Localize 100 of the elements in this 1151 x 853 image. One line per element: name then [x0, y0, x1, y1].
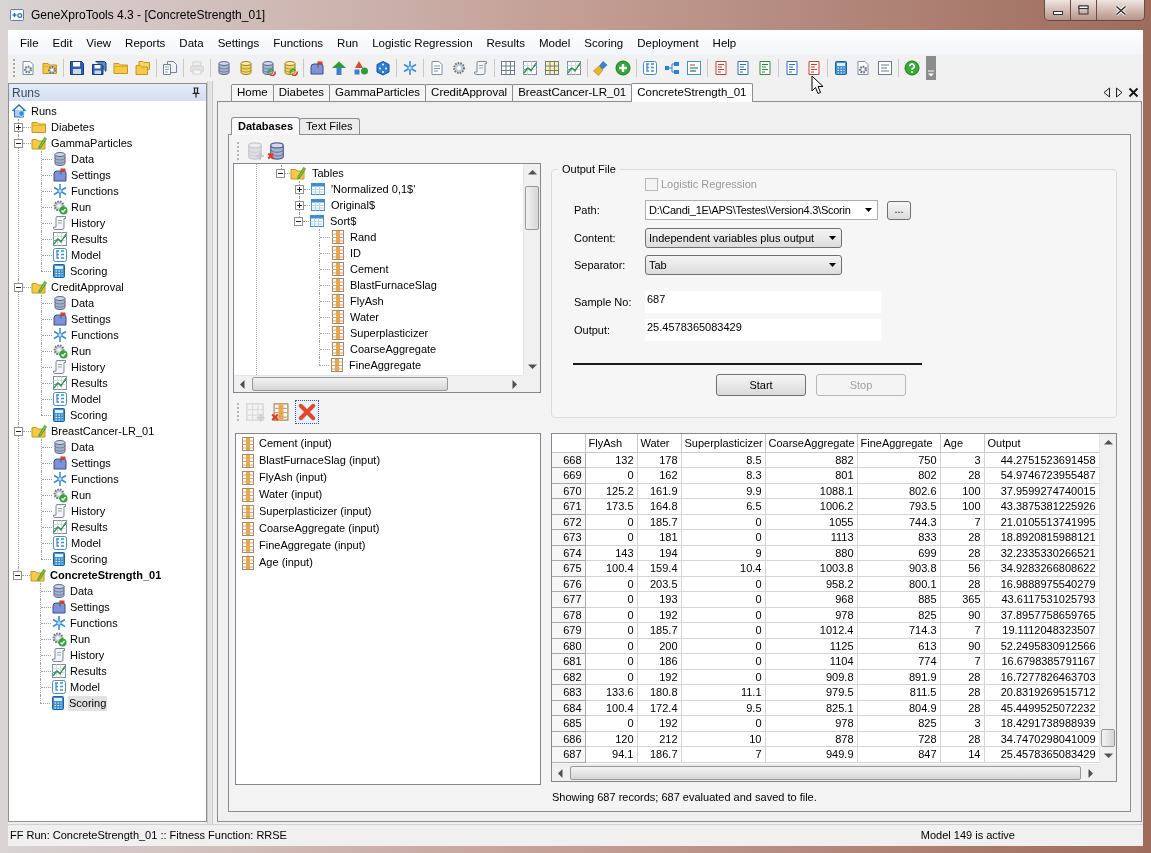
tree-item[interactable]: FineAggregate	[348, 357, 423, 373]
tab[interactable]: BreastCancer-LR_01	[512, 84, 633, 101]
tree-item[interactable]: Settings	[69, 599, 111, 615]
tree-diagram-icon[interactable]	[642, 60, 658, 76]
column-header[interactable]: FlyAsh	[585, 434, 637, 452]
column-header[interactable]: Output	[984, 434, 1099, 452]
menu-item[interactable]: Data	[172, 34, 211, 51]
database-remove-icon[interactable]	[267, 141, 287, 161]
tree-item[interactable]: Run	[70, 343, 93, 359]
tree-item[interactable]: Results	[69, 663, 108, 679]
tree-item[interactable]: Data	[69, 583, 95, 599]
tree-item[interactable]: History	[70, 215, 107, 231]
tree-item[interactable]: Functions	[70, 183, 120, 199]
tree-item[interactable]: History	[69, 647, 106, 663]
triangle-right-icon[interactable]	[1115, 86, 1124, 98]
minimize-button[interactable]	[1045, 0, 1071, 20]
tree-item[interactable]: Model	[70, 247, 102, 263]
tree-item[interactable]: 'Normalized 0,1$'	[330, 181, 417, 197]
tree-item[interactable]: ConcreteStrength_01	[49, 567, 163, 583]
list-item[interactable]: Superplasticizer (input)	[258, 503, 373, 520]
tree-item[interactable]: Functions	[69, 615, 119, 631]
tree-item[interactable]: Runs	[30, 103, 58, 119]
brush-icon[interactable]	[593, 60, 609, 76]
tree-item[interactable]: FlyAsh	[349, 293, 385, 309]
menu-item[interactable]: Run	[330, 34, 366, 51]
column-header[interactable]: Superplasticizer	[681, 434, 765, 452]
vertical-scrollbar[interactable]	[1099, 434, 1116, 764]
tree-item[interactable]: Run	[70, 487, 93, 503]
database-arrows-icon[interactable]	[260, 60, 276, 76]
list-item[interactable]: BlastFurnaceSlag (input)	[258, 452, 382, 469]
action-button[interactable]: Start	[716, 374, 806, 396]
column-header[interactable]: Water	[637, 434, 681, 452]
tree-item[interactable]: Model	[70, 391, 102, 407]
document-gear-icon[interactable]	[855, 60, 871, 76]
grid-icon[interactable]	[500, 60, 516, 76]
list-item[interactable]: FineAggregate (input)	[258, 537, 367, 554]
pin-icon[interactable]	[191, 87, 201, 98]
menu-item[interactable]: View	[79, 34, 119, 51]
asterisk-icon[interactable]	[402, 60, 418, 76]
tree-item[interactable]: Run	[70, 199, 93, 215]
line-chart-icon[interactable]	[522, 60, 538, 76]
collapse-icon[interactable]	[13, 570, 22, 580]
maximize-button[interactable]	[1071, 0, 1097, 20]
list-icon[interactable]	[877, 60, 893, 76]
browse-button[interactable]: ...	[887, 200, 911, 220]
scrollbar-thumb[interactable]	[1101, 729, 1115, 747]
column-header[interactable]: CoarseAggregate	[765, 434, 857, 452]
tree-item[interactable]: Functions	[70, 327, 120, 343]
tree-item[interactable]: Diabetes	[50, 119, 96, 135]
help-icon[interactable]	[904, 60, 920, 76]
pages-icon[interactable]	[162, 60, 178, 76]
calculator-icon[interactable]	[833, 60, 849, 76]
tree-item[interactable]: Results	[70, 231, 109, 247]
tree-item[interactable]: BreastCancer-LR_01	[50, 423, 156, 439]
menu-item[interactable]: Deployment	[630, 34, 706, 51]
tree-item[interactable]: Settings	[70, 311, 112, 327]
list-item[interactable]: Water (input)	[258, 486, 324, 503]
tree-item[interactable]: Tables	[311, 165, 345, 181]
collapse-icon[interactable]	[294, 216, 303, 226]
tree-item[interactable]: History	[70, 503, 107, 519]
tree-item[interactable]: Run	[69, 631, 92, 647]
database-icon[interactable]	[238, 60, 254, 76]
menu-item[interactable]: Settings	[210, 34, 267, 51]
sample-number-field[interactable]: 687	[645, 291, 881, 313]
menu-item[interactable]: Edit	[45, 34, 80, 51]
tree-item[interactable]: Superplasticizer	[349, 325, 430, 341]
cube-icon[interactable]	[375, 60, 391, 76]
menu-item[interactable]: Reports	[118, 34, 173, 51]
tree-item[interactable]: Model	[69, 679, 101, 695]
menu-item[interactable]: Logistic Regression	[365, 34, 480, 51]
menu-item[interactable]: File	[13, 34, 46, 51]
database-arrows-icon[interactable]	[282, 60, 298, 76]
document-icon[interactable]	[429, 60, 445, 76]
close-button[interactable]	[1097, 0, 1144, 20]
tree-item[interactable]: Data	[70, 295, 96, 311]
folders-icon[interactable]	[135, 60, 151, 76]
tree-item[interactable]: Cement	[349, 261, 390, 277]
vertical-scrollbar[interactable]	[523, 164, 540, 375]
scrollbar-thumb[interactable]	[252, 377, 448, 391]
collapse-icon[interactable]	[14, 138, 23, 148]
tree-item[interactable]: Water	[349, 309, 380, 325]
document-lines-icon[interactable]	[757, 60, 773, 76]
tree-item[interactable]: GammaParticles	[50, 135, 134, 151]
tab[interactable]: Text Files	[299, 118, 360, 134]
tree-item[interactable]: Results	[70, 375, 109, 391]
expand-icon[interactable]	[295, 200, 304, 210]
tree-item[interactable]: BlastFurnaceSlag	[349, 277, 438, 293]
database-icon[interactable]	[216, 60, 232, 76]
tree-item[interactable]: Original$	[330, 197, 377, 213]
column-header[interactable]: FineAggregate	[857, 434, 940, 452]
grid-icon[interactable]	[544, 60, 560, 76]
scroll-icon[interactable]	[473, 60, 489, 76]
collapse-icon[interactable]	[14, 282, 23, 292]
scrollbar-thumb[interactable]	[570, 766, 1081, 780]
tree-item[interactable]: Data	[70, 439, 96, 455]
tree-item[interactable]: Rand	[349, 229, 378, 245]
line-chart-icon[interactable]	[566, 60, 582, 76]
tree-item[interactable]: ID	[349, 245, 362, 261]
column-header[interactable]: Age	[940, 434, 984, 452]
mailbox-icon[interactable]	[309, 60, 325, 76]
